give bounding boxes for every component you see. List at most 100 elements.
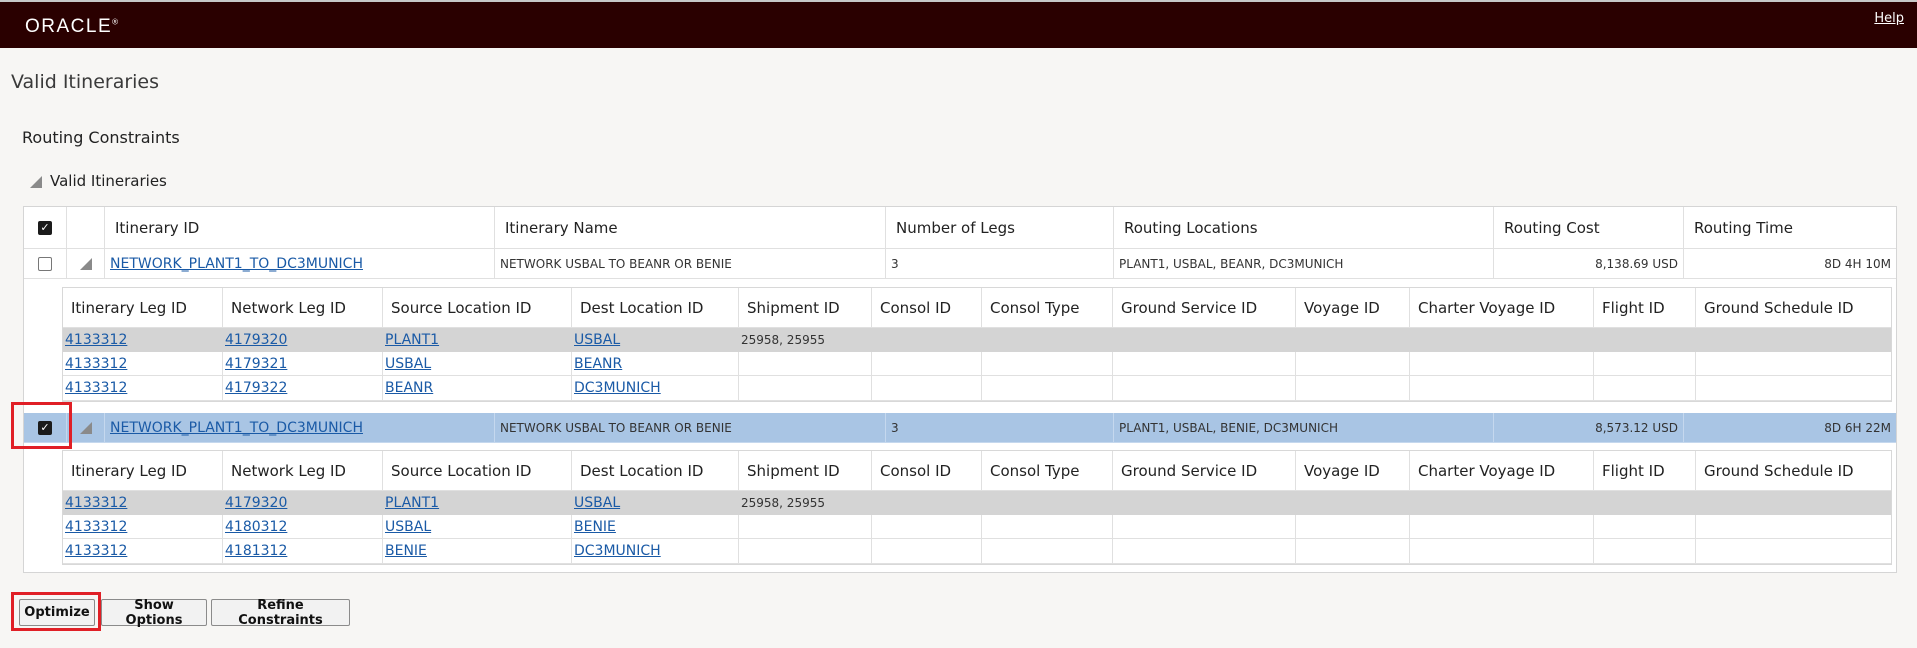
routing-locations-cell: PLANT1, USBAL, BEANR, DC3MUNICH (1114, 249, 1494, 279)
itinerary-leg-link[interactable]: 4133312 (65, 495, 127, 511)
leg-col-shipment-id[interactable]: Shipment ID (739, 451, 872, 491)
legs-header-row: Itinerary Leg ID Network Leg ID Source L… (63, 288, 1891, 328)
col-routing-cost[interactable]: Routing Cost (1494, 207, 1684, 249)
network-leg-link[interactable]: 4179321 (225, 356, 287, 372)
oracle-logo: ORACLE® (25, 16, 120, 37)
itinerary-name-cell: NETWORK USBAL TO BEANR OR BENIE (495, 413, 886, 443)
shipment-id-cell (739, 352, 872, 376)
routing-time-cell: 8D 6H 22M (1684, 413, 1896, 443)
leg-col-dest-location-id[interactable]: Dest Location ID (572, 288, 739, 328)
leg-col-consol-id[interactable]: Consol ID (872, 451, 982, 491)
itinerary-id-link[interactable]: NETWORK_PLANT1_TO_DC3MUNICH (110, 256, 363, 272)
leg-col-voyage-id[interactable]: Voyage ID (1296, 451, 1410, 491)
source-location-link[interactable]: BEANR (385, 380, 433, 396)
table-header-row: ✓ Itinerary ID Itinerary Name Number of … (24, 207, 1896, 249)
leg-col-ground-service-id[interactable]: Ground Service ID (1113, 288, 1296, 328)
routing-cost-cell: 8,138.69 USD (1494, 249, 1684, 279)
itinerary-id-link[interactable]: NETWORK_PLANT1_TO_DC3MUNICH (110, 420, 363, 436)
leg-col-consol-type[interactable]: Consol Type (982, 288, 1113, 328)
dest-location-link[interactable]: DC3MUNICH (574, 380, 661, 396)
source-location-link[interactable]: USBAL (385, 519, 431, 535)
row-checkbox[interactable]: ✓ (38, 420, 52, 435)
leg-col-itinerary-leg-id[interactable]: Itinerary Leg ID (63, 451, 223, 491)
itinerary-leg-link[interactable]: 4133312 (65, 519, 127, 535)
network-leg-link[interactable]: 4181312 (225, 543, 287, 559)
page-title: Valid Itineraries (11, 71, 160, 93)
expand-triangle-icon[interactable] (79, 257, 92, 270)
help-link[interactable]: Help (1874, 11, 1904, 26)
leg-col-voyage-id[interactable]: Voyage ID (1296, 288, 1410, 328)
col-itinerary-name[interactable]: Itinerary Name (495, 207, 886, 249)
leg-row[interactable]: 4133312 4179321 USBAL BEANR (63, 352, 1891, 376)
select-all-checkbox[interactable]: ✓ (38, 220, 52, 235)
shipment-id-cell (739, 515, 872, 539)
leg-col-consol-type[interactable]: Consol Type (982, 451, 1113, 491)
legs-detail-table-1: Itinerary Leg ID Network Leg ID Source L… (62, 287, 1892, 402)
leg-col-network-leg-id[interactable]: Network Leg ID (223, 451, 383, 491)
source-location-link[interactable]: PLANT1 (385, 495, 439, 511)
leg-col-dest-location-id[interactable]: Dest Location ID (572, 451, 739, 491)
network-leg-link[interactable]: 4179320 (225, 495, 287, 511)
top-bar: ORACLE® Help (0, 0, 1917, 48)
leg-col-shipment-id[interactable]: Shipment ID (739, 288, 872, 328)
show-options-button[interactable]: Show Options (101, 598, 207, 628)
dest-location-link[interactable]: USBAL (574, 495, 620, 511)
leg-row[interactable]: 4133312 4179322 BEANR DC3MUNICH (63, 376, 1891, 401)
leg-col-network-leg-id[interactable]: Network Leg ID (223, 288, 383, 328)
source-location-link[interactable]: BENIE (385, 543, 427, 559)
source-location-link[interactable]: USBAL (385, 356, 431, 372)
expand-triangle-icon[interactable] (79, 421, 92, 434)
network-leg-link[interactable]: 4179322 (225, 380, 287, 396)
network-leg-link[interactable]: 4180312 (225, 519, 287, 535)
shipment-id-cell: 25958, 25955 (739, 328, 872, 352)
dest-location-link[interactable]: BEANR (574, 356, 622, 372)
dest-location-link[interactable]: USBAL (574, 332, 620, 348)
row-select-cell: ✓ (24, 413, 67, 443)
row-checkbox[interactable] (38, 256, 52, 271)
leg-col-itinerary-leg-id[interactable]: Itinerary Leg ID (63, 288, 223, 328)
refine-constraints-button[interactable]: Refine Constraints (211, 598, 350, 628)
expand-header-cell (67, 207, 105, 249)
col-routing-locations[interactable]: Routing Locations (1114, 207, 1494, 249)
col-itinerary-id[interactable]: Itinerary ID (105, 207, 495, 249)
leg-row[interactable]: 4133312 4179320 PLANT1 USBAL 25958, 2595… (63, 491, 1891, 515)
shipment-id-cell: 25958, 25955 (739, 491, 872, 515)
valid-itineraries-header[interactable]: Valid Itineraries (30, 172, 167, 190)
leg-col-charter-voyage-id[interactable]: Charter Voyage ID (1410, 451, 1594, 491)
subsection-label: Valid Itineraries (50, 172, 167, 190)
section-title: Routing Constraints (22, 128, 180, 147)
leg-row[interactable]: 4133312 4181312 BENIE DC3MUNICH (63, 539, 1891, 564)
dest-location-link[interactable]: BENIE (574, 519, 616, 535)
itineraries-table: ✓ Itinerary ID Itinerary Name Number of … (23, 206, 1897, 573)
row-expand-cell (67, 249, 105, 279)
itinerary-id-cell: NETWORK_PLANT1_TO_DC3MUNICH (105, 249, 495, 279)
leg-col-ground-schedule-id[interactable]: Ground Schedule ID (1696, 288, 1891, 328)
leg-col-flight-id[interactable]: Flight ID (1594, 451, 1696, 491)
col-number-of-legs[interactable]: Number of Legs (886, 207, 1114, 249)
number-of-legs-cell: 3 (886, 249, 1114, 279)
select-all-cell: ✓ (24, 207, 67, 249)
leg-col-flight-id[interactable]: Flight ID (1594, 288, 1696, 328)
itinerary-leg-link[interactable]: 4133312 (65, 380, 127, 396)
leg-col-source-location-id[interactable]: Source Location ID (383, 451, 572, 491)
shipment-id-cell (739, 376, 872, 401)
table-row[interactable]: NETWORK_PLANT1_TO_DC3MUNICH NETWORK USBA… (24, 249, 1896, 279)
leg-col-source-location-id[interactable]: Source Location ID (383, 288, 572, 328)
collapse-triangle-icon[interactable] (30, 175, 42, 188)
table-row-selected[interactable]: ✓ NETWORK_PLANT1_TO_DC3MUNICH NETWORK US… (24, 413, 1896, 443)
itinerary-leg-link[interactable]: 4133312 (65, 332, 127, 348)
shipment-id-cell (739, 539, 872, 564)
network-leg-link[interactable]: 4179320 (225, 332, 287, 348)
source-location-link[interactable]: PLANT1 (385, 332, 439, 348)
dest-location-link[interactable]: DC3MUNICH (574, 543, 661, 559)
leg-col-consol-id[interactable]: Consol ID (872, 288, 982, 328)
leg-col-ground-schedule-id[interactable]: Ground Schedule ID (1696, 451, 1891, 491)
leg-col-charter-voyage-id[interactable]: Charter Voyage ID (1410, 288, 1594, 328)
leg-row[interactable]: 4133312 4180312 USBAL BENIE (63, 515, 1891, 539)
itinerary-leg-link[interactable]: 4133312 (65, 356, 127, 372)
itinerary-leg-link[interactable]: 4133312 (65, 543, 127, 559)
optimize-button[interactable]: Optimize (19, 599, 95, 626)
leg-row[interactable]: 4133312 4179320 PLANT1 USBAL 25958, 2595… (63, 328, 1891, 352)
leg-col-ground-service-id[interactable]: Ground Service ID (1113, 451, 1296, 491)
col-routing-time[interactable]: Routing Time (1684, 207, 1896, 249)
